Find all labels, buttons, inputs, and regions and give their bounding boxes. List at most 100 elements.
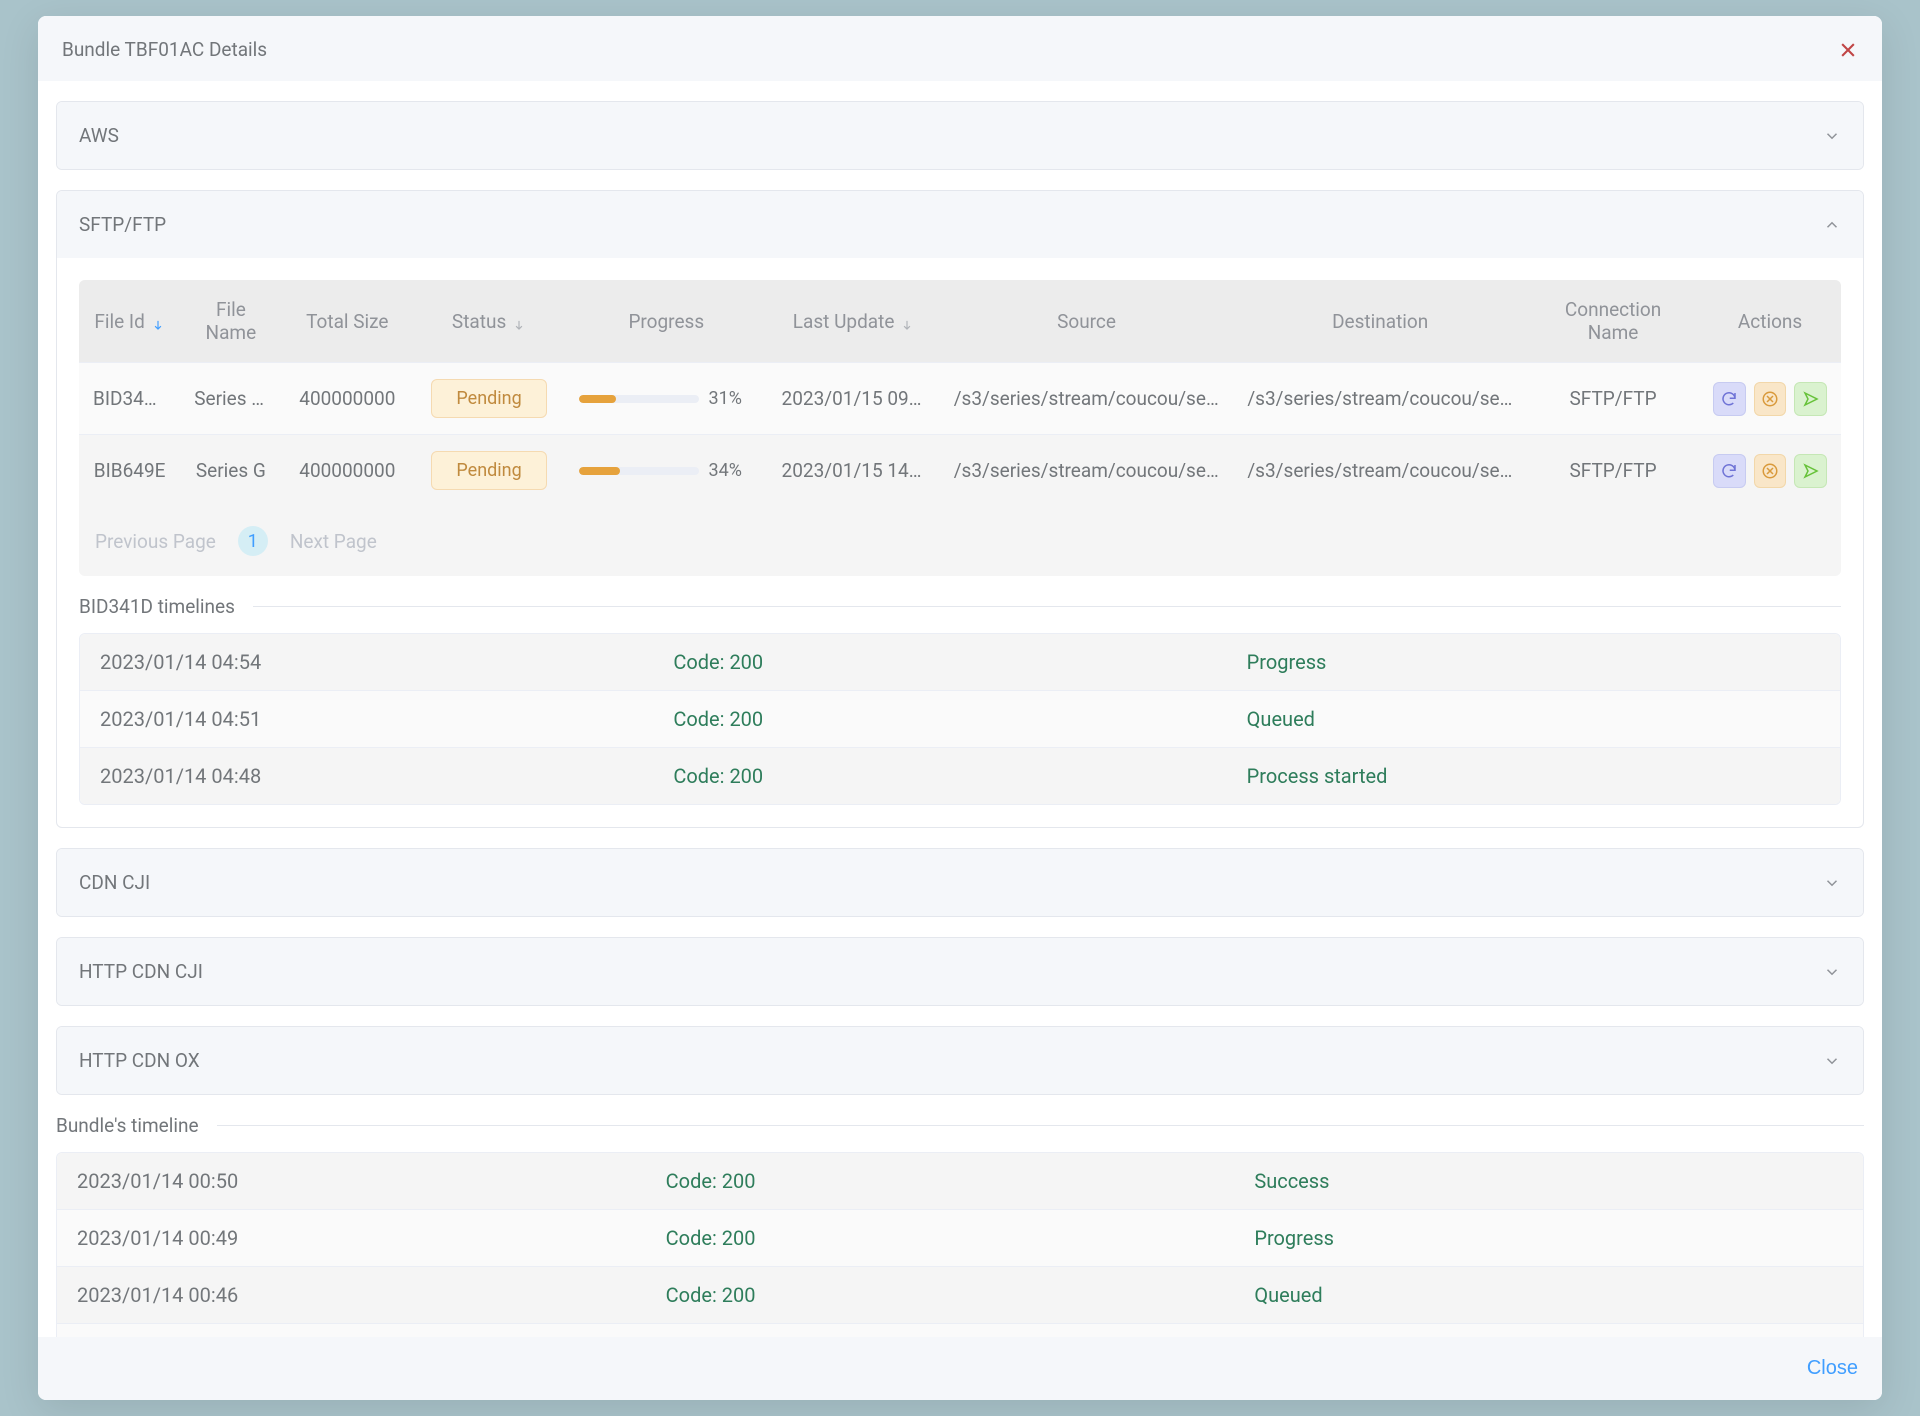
timeline-date: 2023/01/14 04:48 xyxy=(100,764,673,788)
collapse-http-cdn-cji: HTTP CDN CJI xyxy=(56,937,1864,1006)
timeline-status: Queued xyxy=(1247,707,1820,731)
close-button[interactable]: Close xyxy=(1807,1357,1858,1380)
col-file-name-label: File Name xyxy=(206,298,257,344)
sort-desc-icon xyxy=(151,314,165,328)
cell-actions xyxy=(1699,363,1841,435)
cell-file-id: BID341D xyxy=(79,363,180,435)
row-timeline-title: BID341D timelines xyxy=(79,595,253,618)
dialog-body: AWS SFTP/FTP xyxy=(38,81,1882,1337)
cell-actions xyxy=(1699,435,1841,507)
bundle-timeline-divider: Bundle's timeline xyxy=(56,1125,1864,1126)
timeline-row: 2023/01/14 04:51 Code: 200 Queued xyxy=(80,690,1840,747)
cell-progress: 31% xyxy=(565,363,768,435)
col-total-size[interactable]: Total Size xyxy=(282,280,414,363)
col-connection-name-label: Connection Name xyxy=(1565,298,1661,344)
progress-value: 34% xyxy=(709,460,754,481)
collapse-sftp-body: File Id File Name Total Size Status Prog… xyxy=(57,280,1863,827)
bundle-timeline-title: Bundle's timeline xyxy=(56,1114,217,1137)
collapse-http-cdn-ox-header[interactable]: HTTP CDN OX xyxy=(57,1027,1863,1094)
timeline-status: Success xyxy=(1254,1169,1843,1193)
dialog-title: Bundle TBF01AC Details xyxy=(62,38,267,61)
status-tag: Pending xyxy=(431,451,546,490)
dialog-header: Bundle TBF01AC Details xyxy=(38,16,1882,81)
cell-status: Pending xyxy=(413,363,565,435)
next-page-button[interactable]: Next Page xyxy=(290,530,377,553)
cell-destination: /s3/series/stream/coucou/series_g.mkv xyxy=(1233,435,1527,507)
col-total-size-label: Total Size xyxy=(306,310,388,333)
row-timeline-divider: BID341D timelines xyxy=(79,606,1841,607)
timeline-row: 2023/01/14 00:43 Code: 200 Process start… xyxy=(57,1323,1863,1337)
collapse-cdn-cji-header[interactable]: CDN CJI xyxy=(57,849,1863,916)
col-file-name[interactable]: File Name xyxy=(180,280,281,363)
timeline-row: 2023/01/14 00:50 Code: 200 Success xyxy=(57,1153,1863,1209)
collapse-http-cdn-ox: HTTP CDN OX xyxy=(56,1026,1864,1095)
previous-page-button[interactable]: Previous Page xyxy=(95,530,216,553)
send-button[interactable] xyxy=(1794,382,1827,416)
timeline-status: Progress xyxy=(1254,1226,1843,1250)
chevron-down-icon xyxy=(1823,1052,1841,1070)
cell-total-size: 400000000 xyxy=(282,363,414,435)
chevron-down-icon xyxy=(1823,127,1841,145)
cell-total-size: 400000000 xyxy=(282,435,414,507)
timeline-row: 2023/01/14 00:46 Code: 200 Queued xyxy=(57,1266,1863,1323)
collapse-http-cdn-ox-title: HTTP CDN OX xyxy=(79,1049,200,1072)
progress-bar xyxy=(579,467,699,475)
col-destination[interactable]: Destination xyxy=(1233,280,1527,363)
pagination: Previous Page 1 Next Page xyxy=(79,506,1841,576)
cell-file-name: Series G xyxy=(180,435,281,507)
col-destination-label: Destination xyxy=(1332,310,1428,333)
timeline-code: Code: 200 xyxy=(673,650,1246,674)
timeline-row: 2023/01/14 00:49 Code: 200 Progress xyxy=(57,1209,1863,1266)
cell-last-update: 2023/01/15 09:57 xyxy=(768,363,940,435)
col-last-update-label: Last Update xyxy=(793,310,895,333)
chevron-up-icon xyxy=(1823,216,1841,234)
collapse-sftp-title: SFTP/FTP xyxy=(79,213,166,236)
collapse-cdn-cji: CDN CJI xyxy=(56,848,1864,917)
timeline-date: 2023/01/14 00:46 xyxy=(77,1283,666,1307)
sort-desc-icon xyxy=(900,314,914,328)
col-source[interactable]: Source xyxy=(940,280,1234,363)
collapse-sftp-header[interactable]: SFTP/FTP xyxy=(57,191,1863,258)
timeline-row: 2023/01/14 04:54 Code: 200 Progress xyxy=(80,634,1840,690)
chevron-down-icon xyxy=(1823,874,1841,892)
table-row[interactable]: BID341D Series M 400000000 Pending 31% xyxy=(79,363,1841,435)
timeline-status: Process started xyxy=(1247,764,1820,788)
cell-connection-name: SFTP/FTP xyxy=(1527,435,1699,507)
col-file-id-label: File Id xyxy=(94,310,144,333)
page-number[interactable]: 1 xyxy=(238,526,268,556)
cancel-button[interactable] xyxy=(1754,382,1787,416)
collapse-aws-header[interactable]: AWS xyxy=(57,102,1863,169)
send-button[interactable] xyxy=(1794,454,1827,488)
collapse-sftp: SFTP/FTP xyxy=(56,190,1864,828)
files-table: File Id File Name Total Size Status Prog… xyxy=(79,280,1841,576)
sort-desc-icon xyxy=(512,314,526,328)
timeline-code: Code: 200 xyxy=(666,1169,1255,1193)
cancel-button[interactable] xyxy=(1754,454,1787,488)
cell-progress: 34% xyxy=(565,435,768,507)
table-header-row: File Id File Name Total Size Status Prog… xyxy=(79,280,1841,363)
timeline-code: Code: 200 xyxy=(673,764,1246,788)
col-last-update[interactable]: Last Update xyxy=(768,280,940,363)
row-timeline: 2023/01/14 04:54 Code: 200 Progress 2023… xyxy=(79,633,1841,805)
cell-connection-name: SFTP/FTP xyxy=(1527,363,1699,435)
progress-bar xyxy=(579,395,699,403)
collapse-cdn-cji-title: CDN CJI xyxy=(79,871,150,894)
chevron-down-icon xyxy=(1823,963,1841,981)
timeline-status: Queued xyxy=(1254,1283,1843,1307)
col-file-id[interactable]: File Id xyxy=(79,280,180,363)
retry-button[interactable] xyxy=(1713,382,1746,416)
col-connection-name[interactable]: Connection Name xyxy=(1527,280,1699,363)
col-status[interactable]: Status xyxy=(413,280,565,363)
collapse-http-cdn-cji-header[interactable]: HTTP CDN CJI xyxy=(57,938,1863,1005)
retry-button[interactable] xyxy=(1713,454,1746,488)
timeline-code: Code: 200 xyxy=(666,1226,1255,1250)
timeline-row: 2023/01/14 04:48 Code: 200 Process start… xyxy=(80,747,1840,804)
close-icon[interactable] xyxy=(1838,40,1858,60)
table-row[interactable]: BIB649E Series G 400000000 Pending 34% xyxy=(79,435,1841,507)
col-progress-label: Progress xyxy=(628,310,704,333)
col-progress[interactable]: Progress xyxy=(565,280,768,363)
cell-source: /s3/series/stream/coucou/series_g.mkv xyxy=(940,435,1234,507)
cell-last-update: 2023/01/15 14:44 xyxy=(768,435,940,507)
col-source-label: Source xyxy=(1057,310,1116,333)
cell-source: /s3/series/stream/coucou/series_m.mkv xyxy=(940,363,1234,435)
